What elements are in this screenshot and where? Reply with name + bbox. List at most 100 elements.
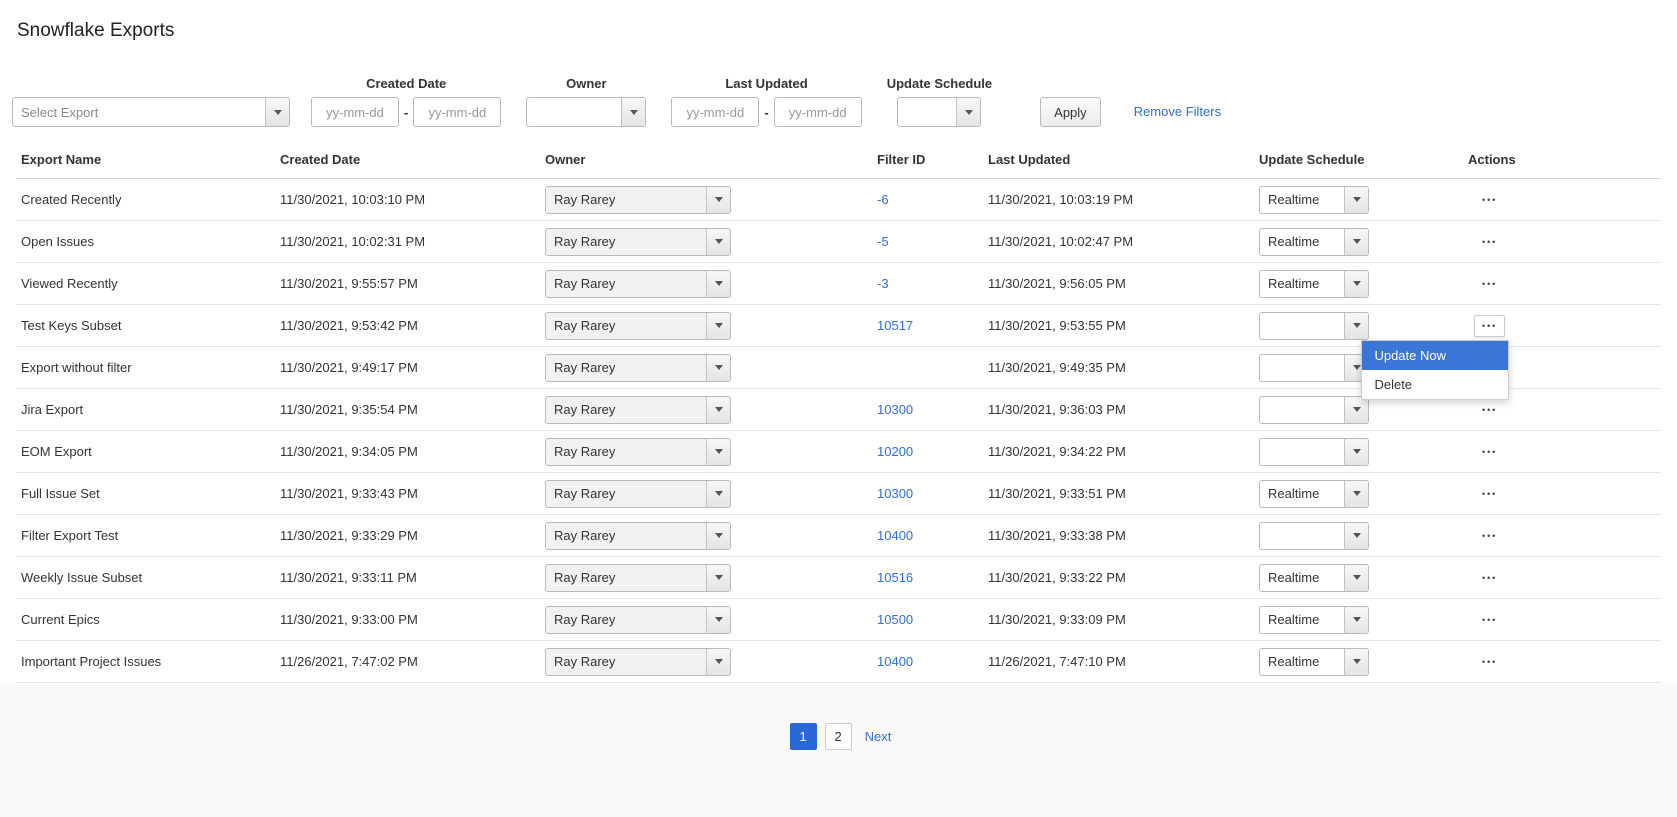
filter-id-link[interactable]: 10516 — [877, 570, 913, 585]
row-actions-button[interactable]: ••• — [1474, 315, 1505, 337]
export-name: Filter Export Test — [16, 528, 275, 543]
column-header-owner: Owner — [540, 152, 872, 167]
last-updated-value: 11/30/2021, 9:36:03 PM — [983, 402, 1254, 417]
chevron-down-icon — [265, 98, 289, 126]
update-schedule-dropdown[interactable]: Realtime — [1259, 648, 1369, 676]
update-schedule-dropdown[interactable]: Realtime — [1259, 228, 1369, 256]
update-schedule-dropdown[interactable]: Realtime — [1259, 606, 1369, 634]
created-date-value: 11/30/2021, 9:34:05 PM — [275, 444, 540, 459]
filter-id-link[interactable]: 10400 — [877, 528, 913, 543]
filter-id-link[interactable]: -3 — [877, 276, 889, 291]
update-schedule-dropdown[interactable]: Realtime — [1259, 270, 1369, 298]
owner-dropdown[interactable]: Ray Rarey — [545, 354, 731, 382]
update-schedule-dropdown[interactable] — [1259, 354, 1369, 382]
update-schedule-filter-dropdown[interactable] — [897, 97, 981, 127]
table-row: Full Issue Set 11/30/2021, 9:33:43 PM Ra… — [16, 473, 1661, 515]
last-updated-to-input[interactable] — [774, 97, 862, 127]
page-button[interactable]: 1 — [790, 723, 817, 750]
table-row: Viewed Recently 11/30/2021, 9:55:57 PM R… — [16, 263, 1661, 305]
chevron-down-icon — [956, 98, 980, 126]
row-actions-button[interactable]: ••• — [1474, 189, 1505, 211]
chevron-down-icon — [706, 271, 730, 297]
table-row: Current Epics 11/30/2021, 9:33:00 PM Ray… — [16, 599, 1661, 641]
update-schedule-dropdown[interactable]: Realtime — [1259, 564, 1369, 592]
row-actions-button[interactable]: ••• — [1474, 483, 1505, 505]
update-schedule-dropdown[interactable] — [1259, 396, 1369, 424]
filter-id-link[interactable]: 10500 — [877, 612, 913, 627]
row-actions-button[interactable]: ••• — [1474, 441, 1505, 463]
owner-dropdown[interactable]: Ray Rarey — [545, 312, 731, 340]
owner-dropdown[interactable]: Ray Rarey — [545, 480, 731, 508]
chevron-down-icon — [1344, 187, 1368, 213]
last-updated-value: 11/30/2021, 9:34:22 PM — [983, 444, 1254, 459]
row-actions-button[interactable]: ••• — [1474, 525, 1505, 547]
filter-id-link[interactable]: -6 — [877, 192, 889, 207]
date-range-separator: - — [404, 105, 408, 120]
filter-id-link[interactable]: 10400 — [877, 654, 913, 669]
owner-dropdown[interactable]: Ray Rarey — [545, 564, 731, 592]
update-schedule-dropdown[interactable]: Realtime — [1259, 186, 1369, 214]
row-actions-button[interactable]: ••• — [1474, 273, 1505, 295]
filter-id-link[interactable]: 10200 — [877, 444, 913, 459]
select-export-dropdown[interactable]: Select Export — [12, 97, 290, 127]
row-actions-button[interactable]: ••• — [1474, 609, 1505, 631]
column-header-created-date: Created Date — [275, 152, 540, 167]
created-date-filter-label: Created Date — [366, 76, 446, 91]
filter-id-link[interactable]: 10300 — [877, 486, 913, 501]
export-name: Full Issue Set — [16, 486, 275, 501]
created-date-value: 11/30/2021, 9:49:17 PM — [275, 360, 540, 375]
last-updated-value: 11/30/2021, 10:03:19 PM — [983, 192, 1254, 207]
export-name: Jira Export — [16, 402, 275, 417]
update-schedule-dropdown[interactable] — [1259, 438, 1369, 466]
page-button[interactable]: 2 — [825, 723, 852, 750]
row-actions-button[interactable]: ••• — [1474, 231, 1505, 253]
chevron-down-icon — [706, 397, 730, 423]
chevron-down-icon — [706, 313, 730, 339]
owner-dropdown[interactable]: Ray Rarey — [545, 438, 731, 466]
pagination: 12 Next — [0, 723, 1677, 750]
context-menu-item[interactable]: Update Now — [1362, 341, 1508, 370]
chevron-down-icon — [706, 565, 730, 591]
pagination-next-link[interactable]: Next — [865, 729, 892, 744]
column-header-update-schedule: Update Schedule — [1254, 152, 1463, 167]
row-actions-button[interactable]: ••• — [1474, 567, 1505, 589]
owner-filter-label: Owner — [566, 76, 606, 91]
update-schedule-dropdown[interactable]: Realtime — [1259, 480, 1369, 508]
export-name: Export without filter — [16, 360, 275, 375]
last-updated-from-input[interactable] — [671, 97, 759, 127]
owner-dropdown[interactable]: Ray Rarey — [545, 648, 731, 676]
remove-filters-link[interactable]: Remove Filters — [1134, 104, 1221, 119]
chevron-down-icon — [706, 355, 730, 381]
owner-dropdown[interactable]: Ray Rarey — [545, 270, 731, 298]
update-schedule-dropdown[interactable] — [1259, 312, 1369, 340]
last-updated-value: 11/30/2021, 9:33:51 PM — [983, 486, 1254, 501]
filter-id-link[interactable]: -5 — [877, 234, 889, 249]
column-header-export-name: Export Name — [16, 152, 275, 167]
created-date-to-input[interactable] — [413, 97, 501, 127]
owner-dropdown[interactable]: Ray Rarey — [545, 522, 731, 550]
chevron-down-icon — [706, 187, 730, 213]
chevron-down-icon — [1344, 439, 1368, 465]
owner-dropdown[interactable]: Ray Rarey — [545, 606, 731, 634]
chevron-down-icon — [1344, 565, 1368, 591]
owner-dropdown[interactable]: Ray Rarey — [545, 228, 731, 256]
created-date-value: 11/30/2021, 9:35:54 PM — [275, 402, 540, 417]
owner-dropdown[interactable]: Ray Rarey — [545, 396, 731, 424]
chevron-down-icon — [1344, 649, 1368, 675]
column-header-last-updated: Last Updated — [983, 152, 1254, 167]
owner-dropdown[interactable]: Ray Rarey — [545, 186, 731, 214]
apply-button[interactable]: Apply — [1040, 97, 1101, 127]
filter-id-link[interactable]: 10300 — [877, 402, 913, 417]
owner-filter-dropdown[interactable] — [526, 97, 646, 127]
update-schedule-dropdown[interactable] — [1259, 522, 1369, 550]
export-name: Current Epics — [16, 612, 275, 627]
table-header: Export Name Created Date Owner Filter ID… — [16, 141, 1661, 179]
context-menu-item[interactable]: Delete — [1362, 370, 1508, 399]
row-actions-button[interactable]: ••• — [1474, 399, 1505, 421]
row-context-menu: Update NowDelete — [1361, 340, 1509, 400]
filter-id-link[interactable]: 10517 — [877, 318, 913, 333]
row-actions-button[interactable]: ••• — [1474, 651, 1505, 673]
export-name: Important Project Issues — [16, 654, 275, 669]
created-date-from-input[interactable] — [311, 97, 399, 127]
table-row: Weekly Issue Subset 11/30/2021, 9:33:11 … — [16, 557, 1661, 599]
